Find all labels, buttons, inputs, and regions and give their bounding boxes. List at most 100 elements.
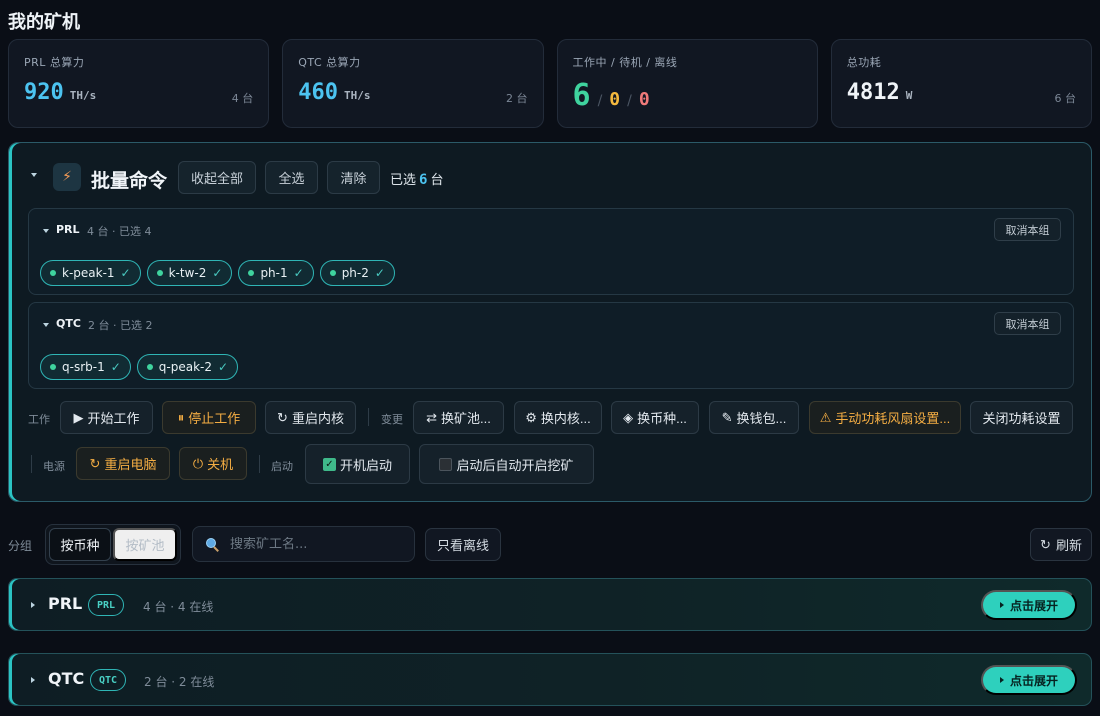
warning-icon: ⚠: [819, 409, 832, 425]
selected-prefix: 已选: [390, 173, 417, 188]
stat-value: 4812: [846, 80, 900, 105]
change-coin-button[interactable]: ◈ 换币种...: [611, 401, 699, 434]
stat-card-prl-hashrate: PRL 总算力 920 TH/s 4 台: [8, 39, 270, 128]
cancel-group-button[interactable]: 取消本组: [994, 218, 1061, 241]
expand-button[interactable]: 点击展开: [981, 590, 1077, 620]
refresh-button[interactable]: ↻ 刷新: [1030, 528, 1092, 561]
check-icon: ✓: [110, 360, 121, 374]
batch-group-qtc: QTC 2 台 · 已选 2 取消本组 q-srb-1 ✓ q-peak-2 ✓: [28, 302, 1074, 389]
group-name: PRL: [56, 223, 80, 236]
power-label: 电源: [43, 460, 65, 473]
stat-label: 总功耗: [846, 56, 882, 69]
boot-start-label: 开机启动: [339, 458, 392, 474]
change-pool-button[interactable]: ⇄ 换矿池...: [413, 401, 504, 434]
group-caret-icon[interactable]: [43, 323, 49, 327]
group-by-segmented: 按币种 按矿池: [45, 524, 181, 565]
miner-chip[interactable]: ph-1 ✓: [238, 260, 314, 286]
boot-start-toggle[interactable]: ✓ 开机启动: [305, 444, 410, 484]
checkbox-checked-icon[interactable]: ✓: [322, 457, 336, 471]
group-by-label: 分组: [8, 539, 33, 553]
shutdown-label: 关机: [207, 457, 234, 472]
stat-label: 工作中 / 待机 / 离线: [572, 56, 678, 69]
divider: [259, 455, 260, 473]
change-kernel-button[interactable]: ⚙ 换内核...: [514, 401, 602, 434]
miner-chips: k-peak-1 ✓ k-tw-2 ✓ ph-1 ✓ ph-2 ✓: [40, 260, 395, 286]
batch-title: 批量命令: [91, 170, 168, 192]
miner-chip[interactable]: q-peak-2 ✓: [136, 354, 239, 380]
shutdown-button[interactable]: ⏻ 关机: [179, 447, 247, 480]
start-work-label: 开始工作: [87, 411, 140, 426]
collapse-all-button[interactable]: 收起全部: [178, 161, 256, 194]
divider: [31, 455, 32, 473]
miner-name: ph-2: [341, 266, 369, 280]
stat-count: 6 台: [1054, 92, 1077, 105]
lightning-icon: ⚡: [53, 163, 81, 191]
check-icon: ✓: [374, 266, 385, 280]
check-icon: ✓: [120, 266, 131, 280]
divider: /: [627, 93, 632, 109]
search-input[interactable]: [230, 536, 400, 552]
gear-icon: ⚙: [525, 409, 537, 425]
group-name: QTC: [56, 317, 81, 330]
play-icon: ▶: [73, 409, 84, 425]
coin-group-prl[interactable]: PRL PRL 4 台 · 4 在线 点击展开: [8, 578, 1092, 631]
stat-count: 2 台: [506, 92, 528, 105]
stats-row: PRL 总算力 920 TH/s 4 台 QTC 总算力 460 TH/s 2 …: [8, 39, 1092, 128]
miner-chip[interactable]: k-tw-2 ✓: [146, 260, 233, 286]
start-work-button[interactable]: ▶ 开始工作: [60, 401, 153, 434]
restart-kernel-button[interactable]: ↻ 重启内核: [265, 401, 356, 434]
check-icon: ✓: [293, 266, 304, 280]
pause-icon: ⏸: [177, 409, 185, 425]
work-label: 工作: [28, 413, 50, 426]
coin-badge: QTC: [90, 669, 127, 691]
divider: [368, 408, 369, 426]
stat-card-status: 工作中 / 待机 / 离线 6 / 0 / 0: [556, 39, 818, 128]
batch-header: ⚡ 批量命令 收起全部 全选 清除 已选 6 台: [9, 159, 1091, 195]
group-by-coin-tab[interactable]: 按币种: [49, 528, 111, 561]
group-by-pool-tab[interactable]: 按矿池: [113, 528, 177, 561]
change-kernel-label: 换内核...: [540, 411, 591, 426]
online-dot-icon: [146, 364, 153, 370]
stop-work-button[interactable]: ⏸ 停止工作: [162, 401, 256, 434]
diamond-icon: ◈: [623, 409, 634, 425]
expand-caret-icon: [31, 602, 35, 608]
coin-meta: 2 台 · 2 在线: [144, 675, 215, 689]
online-dot-icon: [50, 364, 56, 370]
expand-button[interactable]: 点击展开: [981, 665, 1077, 695]
select-all-button[interactable]: 全选: [265, 161, 318, 194]
restart-kernel-label: 重启内核: [291, 411, 344, 426]
checkbox-unchecked-icon[interactable]: [439, 457, 453, 471]
change-wallet-button[interactable]: ✎ 换钱包...: [709, 401, 799, 434]
batch-group-prl: PRL 4 台 · 已选 4 取消本组 k-peak-1 ✓ k-tw-2 ✓ ph…: [28, 208, 1074, 295]
stat-card-power: 总功耗 4812 W 6 台: [830, 39, 1092, 128]
clear-button[interactable]: 清除: [327, 161, 380, 194]
manual-power-fan-button[interactable]: ⚠ 手动功耗风扇设置...: [809, 401, 961, 434]
coin-meta: 4 台 · 4 在线: [143, 600, 214, 614]
coin-group-qtc[interactable]: QTC QTC 2 台 · 2 在线 点击展开: [8, 653, 1092, 706]
cancel-group-button[interactable]: 取消本组: [994, 312, 1061, 335]
miner-name: q-srb-1: [62, 360, 105, 374]
auto-mine-toggle[interactable]: 启动后自动开启挖矿: [419, 444, 594, 484]
miner-name: q-peak-2: [158, 360, 212, 374]
online-dot-icon: [50, 270, 56, 276]
miner-chip[interactable]: k-peak-1 ✓: [40, 260, 141, 286]
online-dot-icon: [248, 270, 255, 276]
expand-label: 点击展开: [1009, 673, 1058, 688]
miner-chip[interactable]: q-srb-1 ✓: [40, 354, 131, 380]
group-caret-icon[interactable]: [43, 229, 49, 233]
miner-chip[interactable]: ph-2 ✓: [319, 260, 395, 286]
reboot-pc-button[interactable]: ↻ 重启电脑: [76, 447, 170, 480]
stat-value: 920: [24, 80, 64, 105]
selected-summary: 已选 6 台: [390, 169, 443, 188]
collapse-caret-icon[interactable]: [31, 173, 37, 177]
play-icon: [999, 602, 1004, 608]
group-meta: 2 台 · 已选 2: [88, 319, 153, 332]
stat-label: PRL 总算力: [24, 56, 85, 69]
miner-chips: q-srb-1 ✓ q-peak-2 ✓: [40, 354, 239, 380]
coin-name: QTC: [48, 669, 85, 688]
selected-suffix: 台: [430, 173, 444, 188]
close-power-button[interactable]: 关闭功耗设置: [970, 401, 1073, 434]
miner-name: k-tw-2: [168, 266, 207, 280]
offline-only-button[interactable]: 只看离线: [425, 528, 501, 561]
check-icon: ✓: [212, 266, 223, 280]
